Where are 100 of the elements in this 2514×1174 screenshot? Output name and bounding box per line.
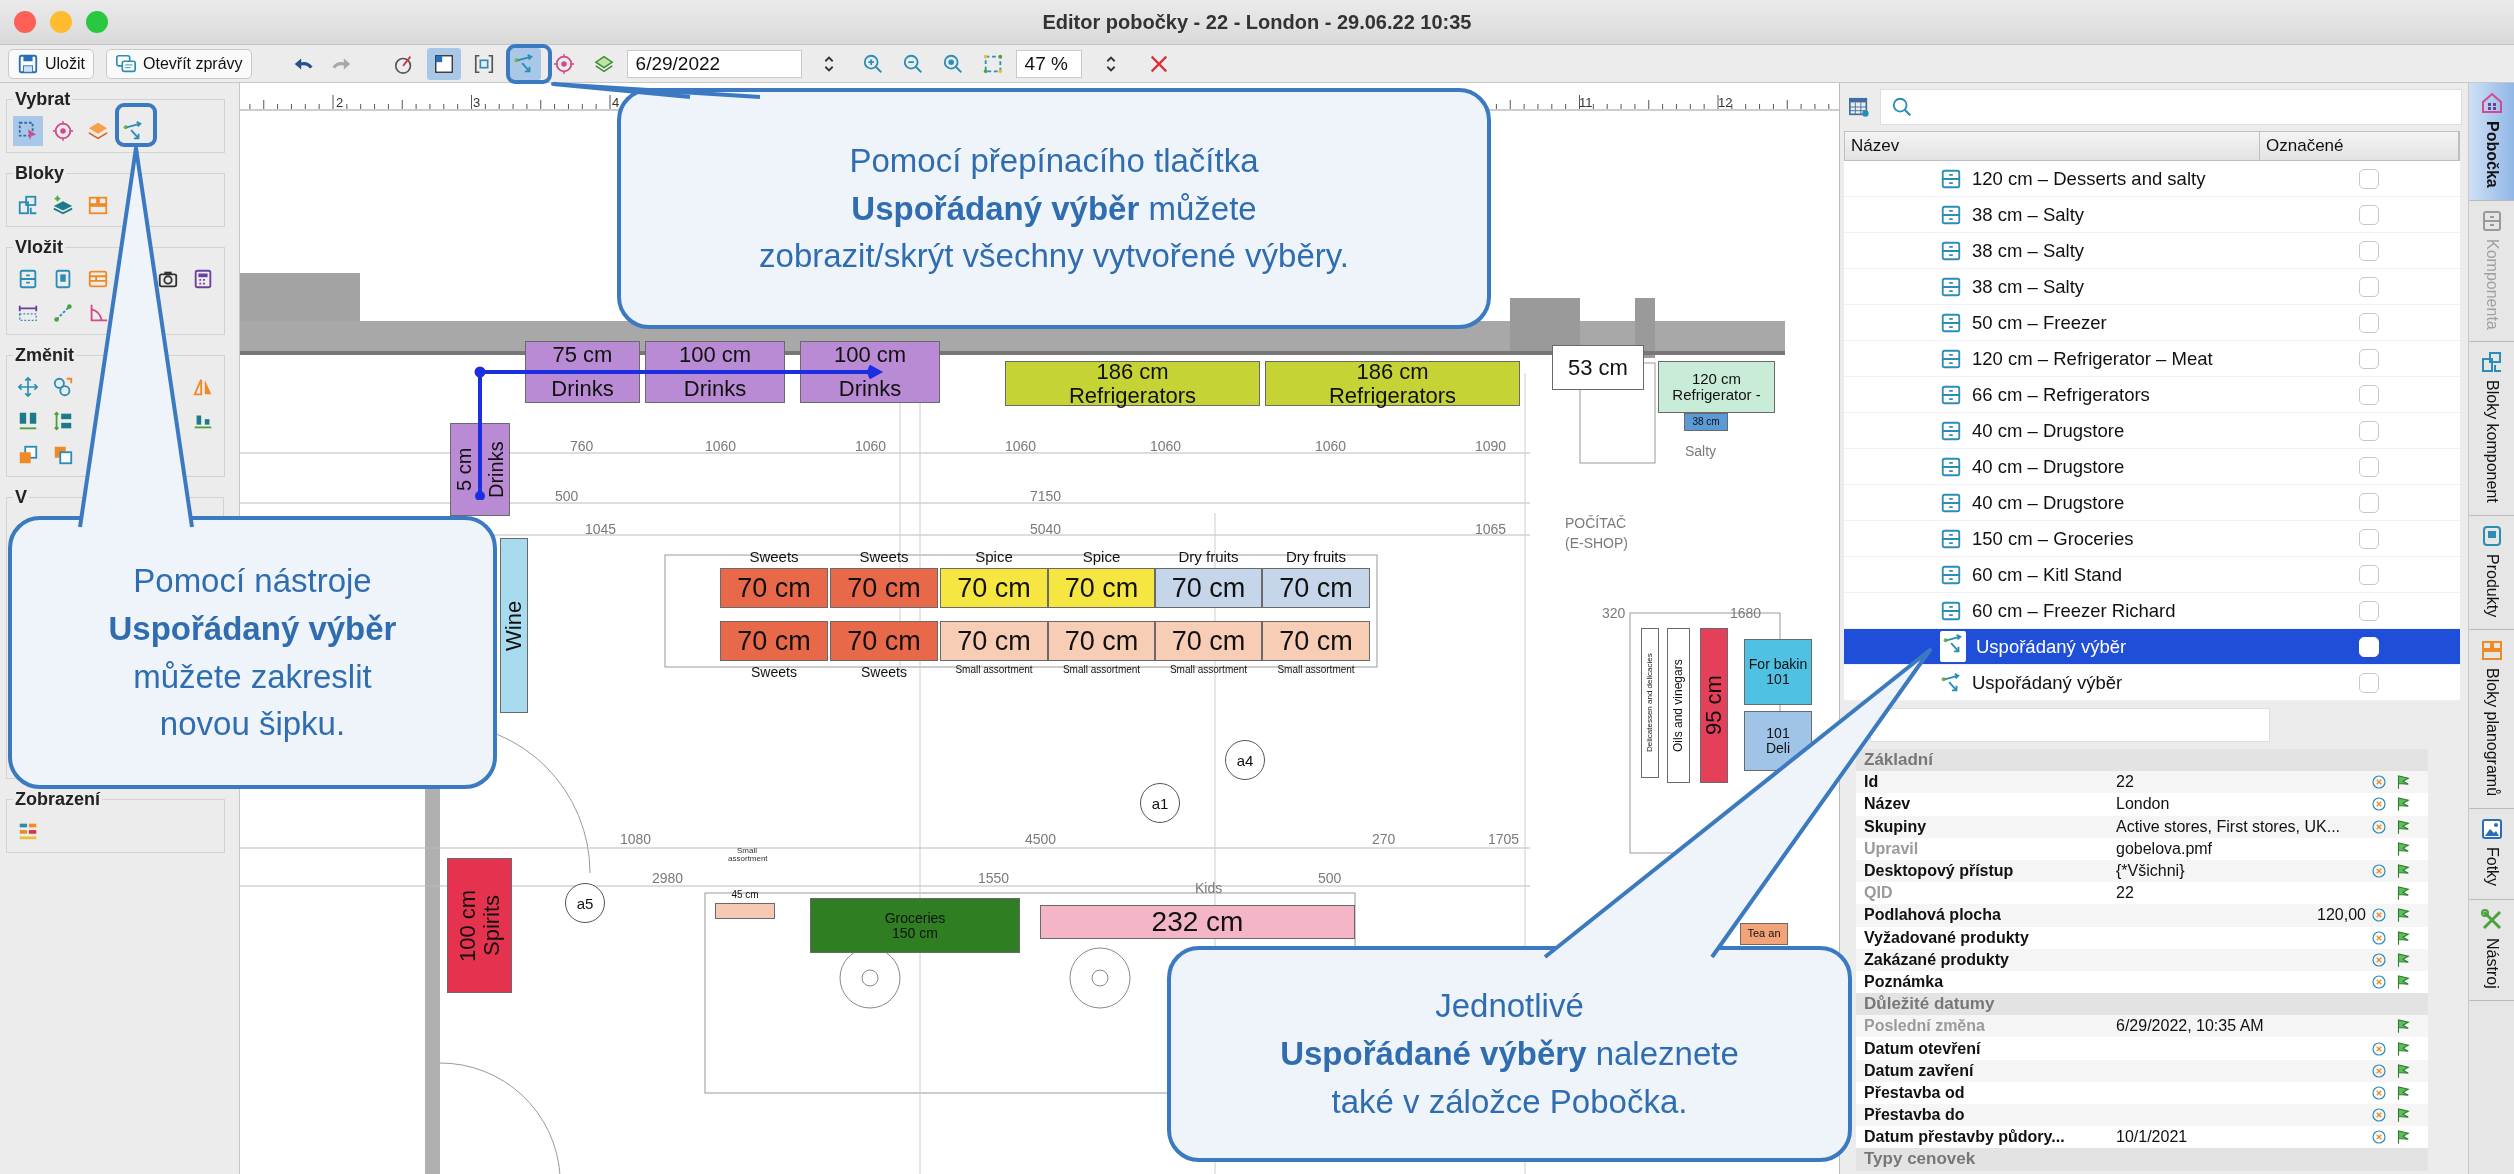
shelf-unit[interactable]: 70 cm (940, 621, 1048, 661)
shelf-unit[interactable]: 70 cm (1048, 621, 1155, 661)
frame-button[interactable] (426, 47, 461, 80)
column-header[interactable]: Název (1845, 132, 2260, 160)
reset-icon[interactable] (2370, 817, 2388, 836)
checkbox[interactable] (2359, 600, 2379, 621)
shelf-unit[interactable]: For bakin 101 (1744, 639, 1812, 705)
reset-icon[interactable] (2370, 1128, 2388, 1147)
shelf-unit[interactable]: 75 cm Drinks (525, 341, 640, 403)
checkbox[interactable] (2359, 168, 2379, 189)
shelf-unit[interactable]: 70 cm (1048, 568, 1155, 608)
shelf-unit[interactable]: Groceries 150 cm (810, 898, 1020, 953)
filter-field[interactable] (1870, 708, 2270, 742)
list-row[interactable]: 40 cm – Drugstore (1844, 449, 2460, 485)
shelf-unit[interactable]: Wine (500, 538, 528, 713)
list-row[interactable]: 40 cm – Drugstore (1844, 413, 2460, 449)
checkbox[interactable] (2359, 384, 2379, 405)
maximize-window-icon[interactable] (86, 11, 108, 33)
shelf-unit[interactable]: 70 cm (1155, 568, 1262, 608)
shelf-unit[interactable]: 70 cm (1155, 621, 1262, 661)
reset-icon[interactable] (2370, 950, 2388, 969)
shelf-unit[interactable]: Oils and vinegars (1667, 628, 1690, 783)
list-row[interactable]: 150 cm – Groceries (1844, 521, 2460, 557)
date-field[interactable]: 6/29/2022 (626, 49, 802, 78)
checkbox[interactable] (2359, 672, 2379, 693)
list-row[interactable]: 60 cm – Kitl Stand (1844, 557, 2460, 593)
list-row[interactable]: 120 cm – Desserts and salty (1844, 161, 2460, 197)
search-field[interactable] (1880, 89, 2462, 125)
reset-icon[interactable] (2370, 1106, 2388, 1125)
group-title: V (14, 487, 28, 508)
plan-label: POČÍTAČ (1565, 515, 1627, 531)
shelf-unit[interactable]: 53 cm (1552, 345, 1644, 390)
plan-label: 7150 (1030, 488, 1062, 504)
shelf-unit[interactable]: 70 cm (1262, 568, 1370, 608)
checkbox[interactable] (2359, 240, 2379, 261)
reset-icon[interactable] (2370, 1061, 2388, 1080)
shelf-unit[interactable]: 70 cm (720, 568, 828, 608)
reset-icon[interactable] (2370, 795, 2388, 814)
reset-icon[interactable] (2370, 928, 2388, 947)
side-tab[interactable]: Fotky (2469, 809, 2514, 900)
shelf-unit[interactable]: 186 cm Refrigerators (1265, 361, 1520, 406)
property-label: Id (1863, 773, 1880, 792)
shelf-unit[interactable]: 100 cm Spirits (447, 858, 512, 993)
fixture-label: Dry fruits (1177, 548, 1240, 565)
selection-button[interactable] (13, 116, 43, 146)
shelf-unit[interactable]: 120 cm Refrigerator - (1658, 361, 1775, 413)
side-tab[interactable]: Produkty (2469, 516, 2514, 631)
shelf-unit[interactable]: Tea an (1740, 923, 1788, 945)
checkbox[interactable] (2359, 348, 2379, 369)
plan-label: Small assortment (728, 847, 766, 863)
list-row[interactable]: 120 cm – Refrigerator – Meat (1844, 341, 2460, 377)
shelf-unit[interactable]: 100 cm Drinks (800, 341, 940, 403)
list-row[interactable]: 66 cm – Refrigerators (1844, 377, 2460, 413)
shelf-unit[interactable]: 70 cm (720, 621, 828, 661)
checkbox[interactable] (2359, 204, 2379, 225)
shelf-unit[interactable]: 232 cm (1040, 905, 1355, 939)
checkbox[interactable] (2359, 492, 2379, 513)
shelf-unit[interactable]: 70 cm (1262, 621, 1370, 661)
property-label: Vyžadované produkty (1863, 928, 2030, 947)
side-tab[interactable]: Bloky komponent (2469, 342, 2514, 517)
shelf-unit[interactable]: 5 cm Drinks (450, 423, 510, 516)
reset-icon[interactable] (2370, 906, 2388, 925)
shelf-unit[interactable]: 38 cm (1684, 413, 1728, 431)
shelf-unit[interactable]: 70 cm (830, 621, 938, 661)
reset-icon[interactable] (2370, 972, 2388, 991)
checkbox[interactable] (2359, 420, 2379, 441)
close-window-icon[interactable] (14, 11, 36, 33)
shelf-unit[interactable]: Delicatessen and delicacies (1641, 628, 1659, 778)
list-row[interactable]: 38 cm – Salty (1844, 197, 2460, 233)
reset-icon[interactable] (2370, 773, 2388, 792)
reset-icon[interactable] (2370, 862, 2388, 881)
table-settings-icon[interactable] (1848, 96, 1870, 118)
property-label: Přestavba do (1863, 1106, 1966, 1125)
messages-button[interactable]: Otevřít zprávy (106, 48, 252, 79)
checkbox[interactable] (2359, 528, 2379, 549)
column-header[interactable]: Označené (2260, 132, 2459, 160)
shelf-unit[interactable]: 186 cm Refrigerators (1005, 361, 1260, 406)
list-row[interactable]: 38 cm – Salty (1844, 233, 2460, 269)
reset-icon[interactable] (2370, 1039, 2388, 1058)
list-row[interactable]: 38 cm – Salty (1844, 269, 2460, 305)
shelf-unit[interactable]: 70 cm (830, 568, 938, 608)
checkbox[interactable] (2359, 456, 2379, 477)
side-tab[interactable]: Bloky planogramů (2469, 630, 2514, 810)
list-row[interactable]: 40 cm – Drugstore (1844, 485, 2460, 521)
zoom-field[interactable]: 47 % (1015, 49, 1082, 78)
side-tab[interactable]: Nástroj (2469, 899, 2514, 1002)
align-icon (17, 410, 39, 432)
checkbox[interactable] (2359, 564, 2379, 585)
shelf-unit[interactable]: 70 cm (940, 568, 1048, 608)
checkbox[interactable] (2359, 312, 2379, 333)
shelf-unit[interactable] (715, 903, 775, 919)
save-button[interactable]: Uložit (8, 48, 94, 79)
plan-label: 1090 (1475, 438, 1507, 454)
shelf-unit[interactable]: 95 cm (1700, 628, 1728, 783)
side-tab[interactable]: Pobočka (2469, 83, 2514, 201)
list-row[interactable]: Uspořádaný výběr (1844, 629, 2460, 665)
list-row[interactable]: 50 cm – Freezer (1844, 305, 2460, 341)
checkbox[interactable] (2359, 276, 2379, 297)
shelf-unit[interactable]: 100 cm Drinks (645, 341, 785, 403)
reset-icon[interactable] (2370, 1083, 2388, 1102)
